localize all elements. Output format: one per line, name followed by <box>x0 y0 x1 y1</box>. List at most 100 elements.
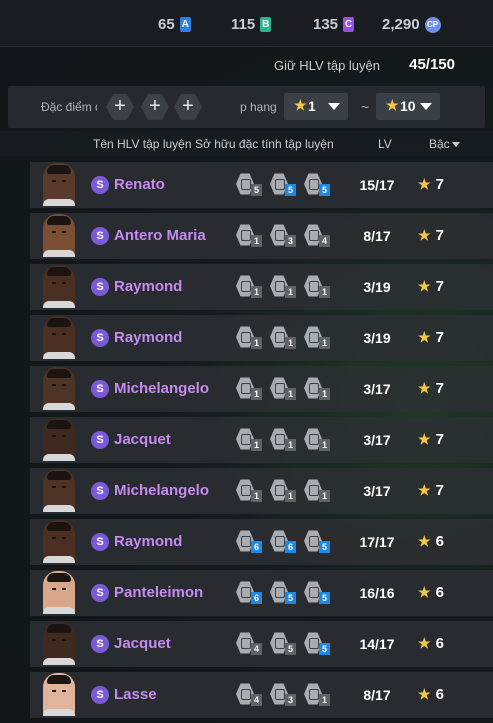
table-row[interactable]: S Michelangelo 1 1 1 3/17 ★ 7 <box>30 468 493 514</box>
traits-filter-label: Đặc điểm đ <box>41 100 97 114</box>
chevron-down-icon <box>420 103 432 110</box>
star-icon: ★ <box>418 686 431 702</box>
avatar-eye <box>62 588 66 590</box>
avatar-hair <box>47 420 71 429</box>
avatar-shirt <box>43 505 75 512</box>
table-row[interactable]: S Raymond 6 6 5 17/17 ★ 6 <box>30 519 493 565</box>
avatar <box>43 367 75 410</box>
table-row[interactable]: S Panteleimon 6 5 5 16/16 ★ 6 <box>30 570 493 616</box>
trait-level: 1 <box>319 337 330 349</box>
rank-to-select[interactable]: ★ 10 <box>376 93 440 120</box>
avatar-hair <box>47 675 71 684</box>
avatar-eye <box>62 435 66 437</box>
avatar <box>43 571 75 614</box>
coach-level: 3/17 <box>363 483 391 499</box>
rank-value: 6 <box>435 584 444 601</box>
rank-value: 6 <box>435 635 444 652</box>
table-row[interactable]: S Jacquet 4 5 5 14/17 ★ 6 <box>30 621 493 667</box>
coach-name: Jacquet <box>114 635 171 652</box>
grade-badge: S <box>91 227 109 245</box>
table-row[interactable]: S Raymond 1 1 1 3/19 ★ 7 <box>30 315 493 361</box>
coach-rank: ★ 7 <box>418 278 444 295</box>
trait-level: 1 <box>285 337 296 349</box>
avatar <box>43 673 75 716</box>
avatar-eye <box>52 639 56 641</box>
col-lv[interactable]: LV <box>378 137 392 151</box>
coach-rank: ★ 6 <box>418 686 444 703</box>
avatar-eye <box>62 639 66 641</box>
range-separator: ~ <box>361 99 370 115</box>
currency-c-icon: C <box>343 17 355 32</box>
avatar-shirt <box>43 199 75 206</box>
table-row[interactable]: S Jacquet 1 1 1 3/17 ★ 7 <box>30 417 493 463</box>
coach-level: 16/16 <box>359 585 395 601</box>
coach-name: Raymond <box>114 329 183 346</box>
rank-value: 7 <box>435 431 444 448</box>
currency-c-value: 135 <box>313 16 339 33</box>
avatar-hair <box>47 522 71 531</box>
coach-rank: ★ 7 <box>418 380 444 397</box>
coach-level: 3/19 <box>363 279 391 295</box>
trait-level: 1 <box>319 439 330 451</box>
star-icon: ★ <box>418 329 431 345</box>
currency-a-icon: A <box>179 17 191 32</box>
coach-rank: ★ 7 <box>418 176 444 193</box>
grade-badge: S <box>91 533 109 551</box>
chevron-down-icon <box>328 103 340 110</box>
table-row[interactable]: S Renato 5 5 5 15/17 ★ 7 <box>30 162 493 208</box>
avatar-shirt <box>43 607 75 614</box>
avatar-hair <box>47 471 71 480</box>
trait-level: 4 <box>319 235 330 247</box>
avatar <box>43 418 75 461</box>
trait-level: 4 <box>251 643 262 655</box>
avatar-hair <box>47 267 71 276</box>
avatar-shirt <box>43 709 75 716</box>
star-icon: ★ <box>418 533 431 549</box>
star-icon: ★ <box>418 584 431 600</box>
trait-level: 1 <box>251 388 262 400</box>
currency-b-icon: B <box>260 17 272 32</box>
cp-coin-icon: CP <box>424 16 441 33</box>
table-row[interactable]: S Michelangelo 1 1 1 3/17 ★ 7 <box>30 366 493 412</box>
star-icon: ★ <box>418 380 431 396</box>
trait-level: 6 <box>251 541 262 553</box>
rank-from-select[interactable]: ★ 1 <box>284 93 348 120</box>
avatar-eye <box>52 180 56 182</box>
col-rank[interactable]: Bậc <box>429 137 460 151</box>
avatar <box>43 163 75 206</box>
coach-name: Lasse <box>114 686 157 703</box>
col-name[interactable]: Tên HLV tập luyện <box>93 137 192 151</box>
table-row[interactable]: S Raymond 1 1 1 3/19 ★ 7 <box>30 264 493 310</box>
hold-label: Giữ HLV tập luyện <box>273 58 380 73</box>
avatar-eye <box>52 333 56 335</box>
currency-a-value: 65 <box>158 16 175 33</box>
star-icon: ★ <box>418 278 431 294</box>
avatar-hair <box>47 624 71 633</box>
avatar-shirt <box>43 352 75 359</box>
currency-b: 115 B <box>231 16 272 33</box>
rank-value: 7 <box>435 380 444 397</box>
coach-name: Raymond <box>114 278 183 295</box>
coach-rank: ★ 6 <box>418 533 444 550</box>
table-row[interactable]: S Lasse 4 3 1 8/17 ★ 6 <box>30 672 493 718</box>
trait-level: 1 <box>251 439 262 451</box>
avatar-hair <box>47 369 71 378</box>
rank-to-value: 10 <box>400 98 416 114</box>
grade-badge: S <box>91 278 109 296</box>
coach-name: Antero Maria <box>114 227 206 244</box>
coach-level: 3/17 <box>363 432 391 448</box>
trait-level: 1 <box>319 490 330 502</box>
table-row[interactable]: S Antero Maria 1 3 4 8/17 ★ 7 <box>30 213 493 259</box>
col-traits[interactable]: Sở hữu đặc tính tập luyện <box>195 137 334 151</box>
trait-level: 1 <box>285 439 296 451</box>
grade-badge: S <box>91 584 109 602</box>
avatar-eye <box>62 333 66 335</box>
coach-name: Panteleimon <box>114 584 204 601</box>
trait-level: 1 <box>251 490 262 502</box>
avatar-hair <box>47 318 71 327</box>
coach-name: Michelangelo <box>114 380 210 397</box>
avatar <box>43 265 75 308</box>
coach-rank: ★ 7 <box>418 482 444 499</box>
coach-level: 8/17 <box>363 228 391 244</box>
coach-name: Jacquet <box>114 431 171 448</box>
